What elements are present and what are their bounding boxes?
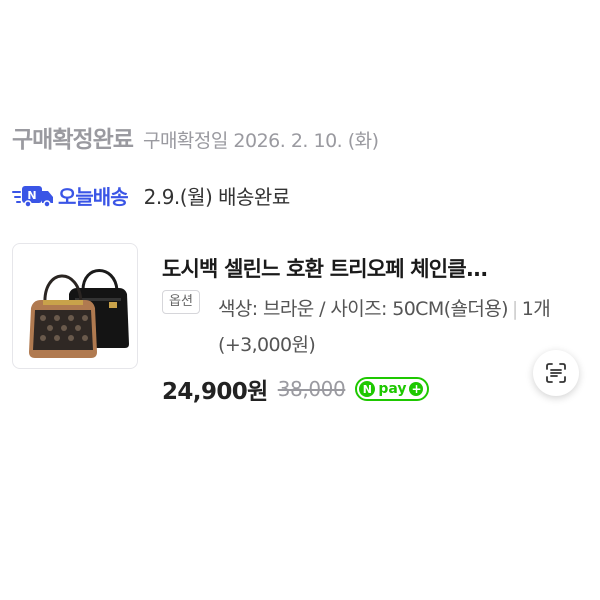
- price-row: 24,900원 38,000 N pay +: [162, 372, 430, 406]
- order-item-page: 구매확정완료 구매확정일 2026. 2. 10. (화) N 오늘배송 2.9…: [0, 0, 600, 600]
- truck-icon: N: [12, 185, 53, 208]
- delivery-row: N 오늘배송 2.9.(월) 배송완료: [12, 181, 290, 210]
- order-status-title: 구매확정완료: [12, 127, 134, 153]
- text-scan-button[interactable]: [533, 350, 579, 396]
- npay-n-icon: N: [359, 381, 376, 397]
- price-current: 24,900원: [162, 379, 268, 405]
- text-scan-icon: [546, 363, 566, 383]
- product-option: 색상: 브라운 / 사이즈: 50CM(숄더용) | 1개 (+3,000원): [218, 291, 558, 363]
- npay-plus-badge: N pay +: [355, 377, 430, 401]
- npay-plus-icon: +: [409, 382, 424, 396]
- npay-label: pay: [378, 381, 407, 397]
- option-badge: 옵션: [162, 290, 200, 314]
- product-image: [29, 269, 129, 358]
- product-thumbnail[interactable]: [12, 243, 138, 369]
- svg-text:N: N: [27, 189, 36, 202]
- order-confirm-date: 구매확정일 2026. 2. 10. (화): [142, 130, 379, 152]
- today-delivery-label: 오늘배송: [58, 185, 129, 209]
- delivery-status: 2.9.(월) 배송완료: [143, 185, 291, 209]
- order-status-row: 구매확정완료 구매확정일 2026. 2. 10. (화): [12, 120, 379, 154]
- option-value: 색상: 브라운 / 사이즈: 50CM(숄더용): [218, 298, 509, 320]
- option-separator: |: [511, 298, 518, 320]
- product-name[interactable]: 도시백 셀린느 호환 트리오페 체인클...: [162, 253, 582, 283]
- price-original: 38,000: [277, 377, 346, 401]
